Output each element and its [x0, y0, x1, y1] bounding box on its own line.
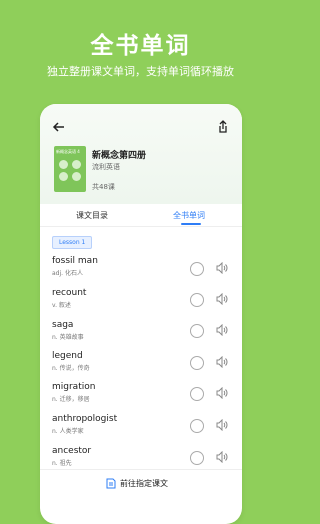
cover-dot — [72, 160, 81, 169]
word-definition: n. 人类学家 — [52, 428, 84, 435]
bottom-bar: 前往指定课文 — [40, 469, 242, 498]
lesson-count: 共48课 — [92, 183, 115, 191]
divider — [40, 226, 242, 227]
book-cover-text: 新概念英语 4 — [56, 149, 80, 154]
phone-frame: 新概念英语 4 新概念第四册 流利英语 共48课 课文目录 全书单词 Lesso… — [40, 104, 242, 524]
active-tab-indicator — [181, 223, 201, 225]
back-arrow-icon[interactable] — [52, 120, 66, 134]
cover-dot — [59, 160, 68, 169]
word-definition: n. 英雄故事 — [52, 334, 84, 341]
book-publisher: 流利英语 — [92, 163, 120, 171]
word-text: fossil man — [52, 256, 98, 266]
play-circle-icon[interactable] — [190, 451, 204, 465]
word-definition: n. 祖先 — [52, 460, 72, 467]
word-text: anthropologist — [52, 414, 118, 424]
play-circle-icon[interactable] — [190, 419, 204, 433]
cover-dot — [72, 172, 81, 181]
goto-lesson-button[interactable]: 前往指定课文 — [120, 478, 168, 489]
document-icon — [106, 478, 116, 489]
tab-bar: 课文目录 全书单词 — [40, 204, 242, 226]
speaker-icon[interactable] — [216, 419, 228, 431]
cover-dot — [59, 172, 68, 181]
tab-contents[interactable]: 课文目录 — [76, 210, 108, 221]
book-header: 新概念英语 4 新概念第四册 流利英语 共48课 — [40, 104, 242, 204]
speaker-icon[interactable] — [216, 387, 228, 399]
word-text: recount — [52, 288, 87, 298]
headline: 全书单词 — [90, 33, 191, 59]
lesson-tag: Lesson 1 — [52, 236, 93, 249]
speaker-icon[interactable] — [216, 262, 228, 274]
tab-all-words[interactable]: 全书单词 — [173, 210, 205, 221]
play-circle-icon[interactable] — [190, 387, 204, 401]
book-title: 新概念第四册 — [92, 151, 147, 161]
word-definition: adj. 化石人 — [52, 270, 83, 277]
speaker-icon[interactable] — [216, 356, 228, 368]
word-text: legend — [52, 351, 83, 361]
play-circle-icon[interactable] — [190, 262, 204, 276]
speaker-icon[interactable] — [216, 293, 228, 305]
play-circle-icon[interactable] — [190, 293, 204, 307]
speaker-icon[interactable] — [216, 324, 228, 336]
word-definition: v. 叙述 — [52, 302, 71, 309]
word-text: saga — [52, 320, 74, 330]
word-text: migration — [52, 382, 96, 392]
share-icon[interactable] — [216, 120, 230, 134]
word-definition: n. 迁移，移居 — [52, 396, 90, 403]
subline: 独立整册课文单词，支持单词循环播放 — [47, 65, 234, 78]
book-cover[interactable]: 新概念英语 4 — [54, 146, 86, 192]
play-circle-icon[interactable] — [190, 356, 204, 370]
word-text: ancestor — [52, 446, 92, 456]
play-circle-icon[interactable] — [190, 324, 204, 338]
speaker-icon[interactable] — [216, 451, 228, 463]
word-definition: n. 传说，传奇 — [52, 365, 90, 372]
